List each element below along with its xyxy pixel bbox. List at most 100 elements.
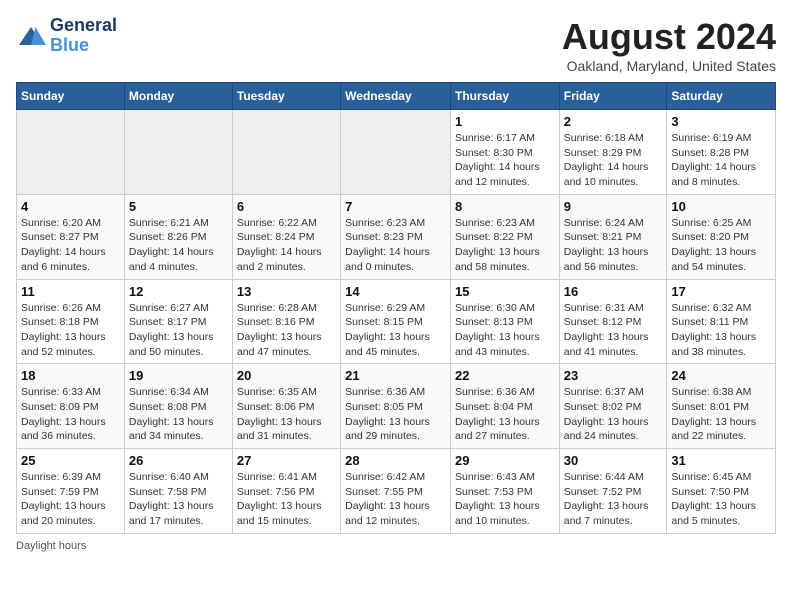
logo-line1: General (50, 16, 117, 36)
day-cell: 20 Sunrise: 6:35 AM Sunset: 8:06 PM Dayli… (232, 364, 340, 449)
day-number: 7 (345, 199, 446, 214)
day-number: 14 (345, 284, 446, 299)
logo-icon (16, 24, 46, 48)
day-info: Sunrise: 6:20 AM Sunset: 8:27 PM Dayligh… (21, 216, 120, 275)
day-cell: 12 Sunrise: 6:27 AM Sunset: 8:17 PM Dayli… (124, 279, 232, 364)
day-cell: 16 Sunrise: 6:31 AM Sunset: 8:12 PM Dayli… (559, 279, 667, 364)
weekday-monday: Monday (124, 83, 232, 110)
day-number: 12 (129, 284, 228, 299)
day-number: 18 (21, 368, 120, 383)
day-info: Sunrise: 6:25 AM Sunset: 8:20 PM Dayligh… (671, 216, 771, 275)
day-number: 11 (21, 284, 120, 299)
day-info: Sunrise: 6:37 AM Sunset: 8:02 PM Dayligh… (564, 385, 663, 444)
day-info: Sunrise: 6:40 AM Sunset: 7:58 PM Dayligh… (129, 470, 228, 529)
day-info: Sunrise: 6:18 AM Sunset: 8:29 PM Dayligh… (564, 131, 663, 190)
title-area: August 2024 Oakland, Maryland, United St… (562, 16, 776, 74)
day-info: Sunrise: 6:44 AM Sunset: 7:52 PM Dayligh… (564, 470, 663, 529)
day-cell: 18 Sunrise: 6:33 AM Sunset: 8:09 PM Dayli… (17, 364, 125, 449)
logo-line2: Blue (50, 36, 117, 56)
day-number: 4 (21, 199, 120, 214)
day-info: Sunrise: 6:34 AM Sunset: 8:08 PM Dayligh… (129, 385, 228, 444)
week-row-1: 1Sunrise: 6:17 AM Sunset: 8:30 PM Daylig… (17, 110, 776, 195)
day-info: Sunrise: 6:33 AM Sunset: 8:09 PM Dayligh… (21, 385, 120, 444)
daylight-hours-label: Daylight hours (16, 540, 86, 552)
footer-note: Daylight hours (16, 540, 776, 552)
day-number: 5 (129, 199, 228, 214)
week-row-4: 18 Sunrise: 6:33 AM Sunset: 8:09 PM Dayli… (17, 364, 776, 449)
day-info: Sunrise: 6:43 AM Sunset: 7:53 PM Dayligh… (455, 470, 555, 529)
day-info: Sunrise: 6:31 AM Sunset: 8:12 PM Dayligh… (564, 301, 663, 360)
day-cell: 13Sunrise: 6:28 AM Sunset: 8:16 PM Dayli… (232, 279, 340, 364)
day-cell (341, 110, 451, 195)
weekday-tuesday: Tuesday (232, 83, 340, 110)
day-number: 23 (564, 368, 663, 383)
day-cell: 17Sunrise: 6:32 AM Sunset: 8:11 PM Dayli… (667, 279, 776, 364)
day-number: 27 (237, 453, 336, 468)
day-number: 10 (671, 199, 771, 214)
day-number: 15 (455, 284, 555, 299)
day-number: 25 (21, 453, 120, 468)
day-cell: 2 Sunrise: 6:18 AM Sunset: 8:29 PM Daylig… (559, 110, 667, 195)
location: Oakland, Maryland, United States (562, 58, 776, 74)
day-cell (17, 110, 125, 195)
logo: General Blue (16, 16, 117, 56)
day-number: 9 (564, 199, 663, 214)
day-info: Sunrise: 6:41 AM Sunset: 7:56 PM Dayligh… (237, 470, 336, 529)
day-cell: 1Sunrise: 6:17 AM Sunset: 8:30 PM Daylig… (450, 110, 559, 195)
day-number: 29 (455, 453, 555, 468)
day-info: Sunrise: 6:36 AM Sunset: 8:05 PM Dayligh… (345, 385, 446, 444)
weekday-wednesday: Wednesday (341, 83, 451, 110)
day-number: 20 (237, 368, 336, 383)
day-info: Sunrise: 6:23 AM Sunset: 8:22 PM Dayligh… (455, 216, 555, 275)
day-number: 26 (129, 453, 228, 468)
day-number: 19 (129, 368, 228, 383)
day-cell: 5 Sunrise: 6:21 AM Sunset: 8:26 PM Daylig… (124, 194, 232, 279)
day-info: Sunrise: 6:29 AM Sunset: 8:15 PM Dayligh… (345, 301, 446, 360)
day-cell: 7 Sunrise: 6:23 AM Sunset: 8:23 PM Daylig… (341, 194, 451, 279)
day-number: 2 (564, 114, 663, 129)
day-cell: 31Sunrise: 6:45 AM Sunset: 7:50 PM Dayli… (667, 449, 776, 534)
day-number: 3 (671, 114, 771, 129)
day-cell: 19 Sunrise: 6:34 AM Sunset: 8:08 PM Dayli… (124, 364, 232, 449)
day-cell: 29 Sunrise: 6:43 AM Sunset: 7:53 PM Dayli… (450, 449, 559, 534)
day-info: Sunrise: 6:21 AM Sunset: 8:26 PM Dayligh… (129, 216, 228, 275)
day-cell: 26 Sunrise: 6:40 AM Sunset: 7:58 PM Dayli… (124, 449, 232, 534)
day-info: Sunrise: 6:17 AM Sunset: 8:30 PM Dayligh… (455, 131, 555, 190)
day-info: Sunrise: 6:38 AM Sunset: 8:01 PM Dayligh… (671, 385, 771, 444)
day-cell: 28Sunrise: 6:42 AM Sunset: 7:55 PM Dayli… (341, 449, 451, 534)
week-row-2: 4 Sunrise: 6:20 AM Sunset: 8:27 PM Daylig… (17, 194, 776, 279)
day-info: Sunrise: 6:19 AM Sunset: 8:28 PM Dayligh… (671, 131, 771, 190)
day-info: Sunrise: 6:26 AM Sunset: 8:18 PM Dayligh… (21, 301, 120, 360)
day-number: 17 (671, 284, 771, 299)
day-number: 24 (671, 368, 771, 383)
day-info: Sunrise: 6:28 AM Sunset: 8:16 PM Dayligh… (237, 301, 336, 360)
day-info: Sunrise: 6:23 AM Sunset: 8:23 PM Dayligh… (345, 216, 446, 275)
day-info: Sunrise: 6:27 AM Sunset: 8:17 PM Dayligh… (129, 301, 228, 360)
day-info: Sunrise: 6:22 AM Sunset: 8:24 PM Dayligh… (237, 216, 336, 275)
day-cell: 6Sunrise: 6:22 AM Sunset: 8:24 PM Daylig… (232, 194, 340, 279)
day-cell: 14 Sunrise: 6:29 AM Sunset: 8:15 PM Dayli… (341, 279, 451, 364)
day-number: 8 (455, 199, 555, 214)
weekday-thursday: Thursday (450, 83, 559, 110)
day-number: 30 (564, 453, 663, 468)
month-year: August 2024 (562, 16, 776, 58)
day-cell: 30 Sunrise: 6:44 AM Sunset: 7:52 PM Dayli… (559, 449, 667, 534)
day-cell (124, 110, 232, 195)
day-cell (232, 110, 340, 195)
day-cell: 4 Sunrise: 6:20 AM Sunset: 8:27 PM Daylig… (17, 194, 125, 279)
weekday-saturday: Saturday (667, 83, 776, 110)
weekday-header-row: SundayMondayTuesdayWednesdayThursdayFrid… (17, 83, 776, 110)
day-number: 22 (455, 368, 555, 383)
day-info: Sunrise: 6:24 AM Sunset: 8:21 PM Dayligh… (564, 216, 663, 275)
day-number: 16 (564, 284, 663, 299)
day-cell: 22 Sunrise: 6:36 AM Sunset: 8:04 PM Dayli… (450, 364, 559, 449)
header: General Blue August 2024 Oakland, Maryla… (16, 16, 776, 74)
weekday-friday: Friday (559, 83, 667, 110)
day-info: Sunrise: 6:35 AM Sunset: 8:06 PM Dayligh… (237, 385, 336, 444)
day-cell: 8 Sunrise: 6:23 AM Sunset: 8:22 PM Daylig… (450, 194, 559, 279)
day-info: Sunrise: 6:36 AM Sunset: 8:04 PM Dayligh… (455, 385, 555, 444)
day-cell: 21Sunrise: 6:36 AM Sunset: 8:05 PM Dayli… (341, 364, 451, 449)
day-number: 28 (345, 453, 446, 468)
day-info: Sunrise: 6:45 AM Sunset: 7:50 PM Dayligh… (671, 470, 771, 529)
day-info: Sunrise: 6:39 AM Sunset: 7:59 PM Dayligh… (21, 470, 120, 529)
